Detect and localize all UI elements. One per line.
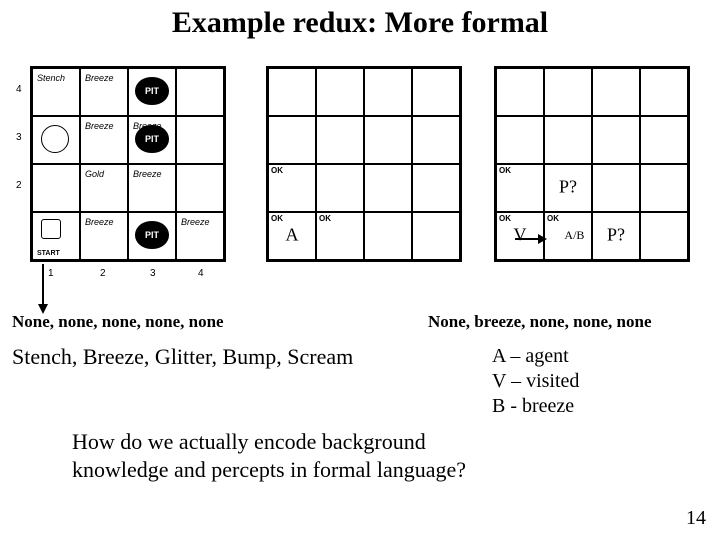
- slide-question: How do we actually encode background kno…: [72, 428, 466, 483]
- state-grid-step0: OKOKAOK: [266, 66, 462, 262]
- mid-cell-3-3: [412, 212, 460, 260]
- wcell-0-1: Breeze: [80, 68, 128, 116]
- right-cell-0-2: [592, 68, 640, 116]
- wcell-2-0: [32, 164, 80, 212]
- right-cell-2-0: OK: [496, 164, 544, 212]
- mid-cell-3-0: OKA: [268, 212, 316, 260]
- start-label: START: [37, 250, 60, 257]
- row-label-2: 2: [16, 180, 22, 191]
- legend-v: V – visited: [492, 369, 579, 394]
- right-cell-3-1: OK A/B: [544, 212, 592, 260]
- mid-cell-0-0: [268, 68, 316, 116]
- wumpus-icon: [41, 125, 69, 153]
- percepts-step0: None, none, none, none, none: [12, 312, 224, 332]
- legend-b: B - breeze: [492, 394, 579, 419]
- wcell-3-1: Breeze: [80, 212, 128, 260]
- right-cell-0-0: [496, 68, 544, 116]
- ok-label: OK: [499, 214, 511, 223]
- percepts-step1: None, breeze, none, none, none: [428, 312, 652, 332]
- row-label-4: 4: [16, 84, 22, 95]
- agent-breeze-label: A/B: [564, 228, 584, 243]
- mid-cell-2-2: [364, 164, 412, 212]
- page-number: 14: [686, 507, 706, 530]
- mid-cell-1-2: [364, 116, 412, 164]
- cell-center: P?: [607, 224, 625, 245]
- wcell-3-2: PIT: [128, 212, 176, 260]
- cell-center: V: [514, 224, 527, 245]
- right-cell-3-2: P?: [592, 212, 640, 260]
- arrow-v-to-ab: [515, 238, 545, 240]
- right-cell-3-0: OKV: [496, 212, 544, 260]
- cell-label: Breeze: [85, 73, 114, 83]
- wcell-1-1: Breeze: [80, 116, 128, 164]
- mid-cell-3-1: OK: [316, 212, 364, 260]
- right-cell-3-3: [640, 212, 688, 260]
- col-label-1: 1: [48, 268, 54, 279]
- right-cell-1-3: [640, 116, 688, 164]
- right-cell-1-1: [544, 116, 592, 164]
- cell-label: Breeze: [85, 121, 114, 131]
- wcell-0-3: [176, 68, 224, 116]
- cell-center: A: [286, 224, 299, 245]
- wcell-1-3: [176, 116, 224, 164]
- cell-label: Gold: [85, 169, 104, 179]
- wcell-2-2: Breeze: [128, 164, 176, 212]
- cell-label: Breeze: [85, 217, 114, 227]
- state-grid-step1: OKP?OKVOKA/BP?: [494, 66, 690, 262]
- wumpus-world-grid: StenchBreezePITBreezePITBreezeGoldBreeze…: [30, 66, 226, 262]
- cell-label: Stench: [37, 73, 65, 83]
- wcell-0-2: PIT: [128, 68, 176, 116]
- wcell-3-0: START: [32, 212, 80, 260]
- right-cell-2-1: P?: [544, 164, 592, 212]
- wcell-2-3: [176, 164, 224, 212]
- mid-cell-0-1: [316, 68, 364, 116]
- slide-title: Example redux: More formal: [0, 6, 720, 40]
- question-line2: knowledge and percepts in formal languag…: [72, 457, 466, 482]
- ok-label: OK: [547, 214, 559, 223]
- mid-cell-1-3: [412, 116, 460, 164]
- legend-a: A – agent: [492, 344, 579, 369]
- ok-label: OK: [319, 214, 331, 223]
- cell-label: Breeze: [133, 121, 162, 131]
- cell-label: Breeze: [181, 217, 210, 227]
- mid-cell-1-1: [316, 116, 364, 164]
- mid-cell-1-0: [268, 116, 316, 164]
- arrow-to-percepts: [42, 264, 44, 312]
- wcell-1-2: PITBreeze: [128, 116, 176, 164]
- ok-label: OK: [271, 214, 283, 223]
- col-label-4: 4: [198, 268, 204, 279]
- mid-cell-2-1: [316, 164, 364, 212]
- row-label-3: 3: [16, 132, 22, 143]
- wcell-0-0: Stench: [32, 68, 80, 116]
- ok-label: OK: [499, 166, 511, 175]
- right-cell-1-0: [496, 116, 544, 164]
- agent-icon: [41, 219, 61, 239]
- col-label-2: 2: [100, 268, 106, 279]
- wcell-1-0: [32, 116, 80, 164]
- col-label-3: 3: [150, 268, 156, 279]
- wcell-2-1: Gold: [80, 164, 128, 212]
- legend: A – agent V – visited B - breeze: [492, 344, 579, 419]
- sensor-list: Stench, Breeze, Glitter, Bump, Scream: [12, 344, 353, 370]
- pit-icon: PIT: [135, 77, 168, 105]
- mid-cell-2-3: [412, 164, 460, 212]
- right-cell-0-3: [640, 68, 688, 116]
- cell-label: Breeze: [133, 169, 162, 179]
- right-cell-2-3: [640, 164, 688, 212]
- mid-cell-0-3: [412, 68, 460, 116]
- mid-cell-2-0: OK: [268, 164, 316, 212]
- right-cell-2-2: [592, 164, 640, 212]
- wcell-3-3: Breeze: [176, 212, 224, 260]
- cell-center: P?: [559, 176, 577, 197]
- mid-cell-3-2: [364, 212, 412, 260]
- mid-cell-0-2: [364, 68, 412, 116]
- right-cell-0-1: [544, 68, 592, 116]
- ok-label: OK: [271, 166, 283, 175]
- question-line1: How do we actually encode background: [72, 429, 426, 454]
- pit-icon: PIT: [135, 221, 168, 249]
- right-cell-1-2: [592, 116, 640, 164]
